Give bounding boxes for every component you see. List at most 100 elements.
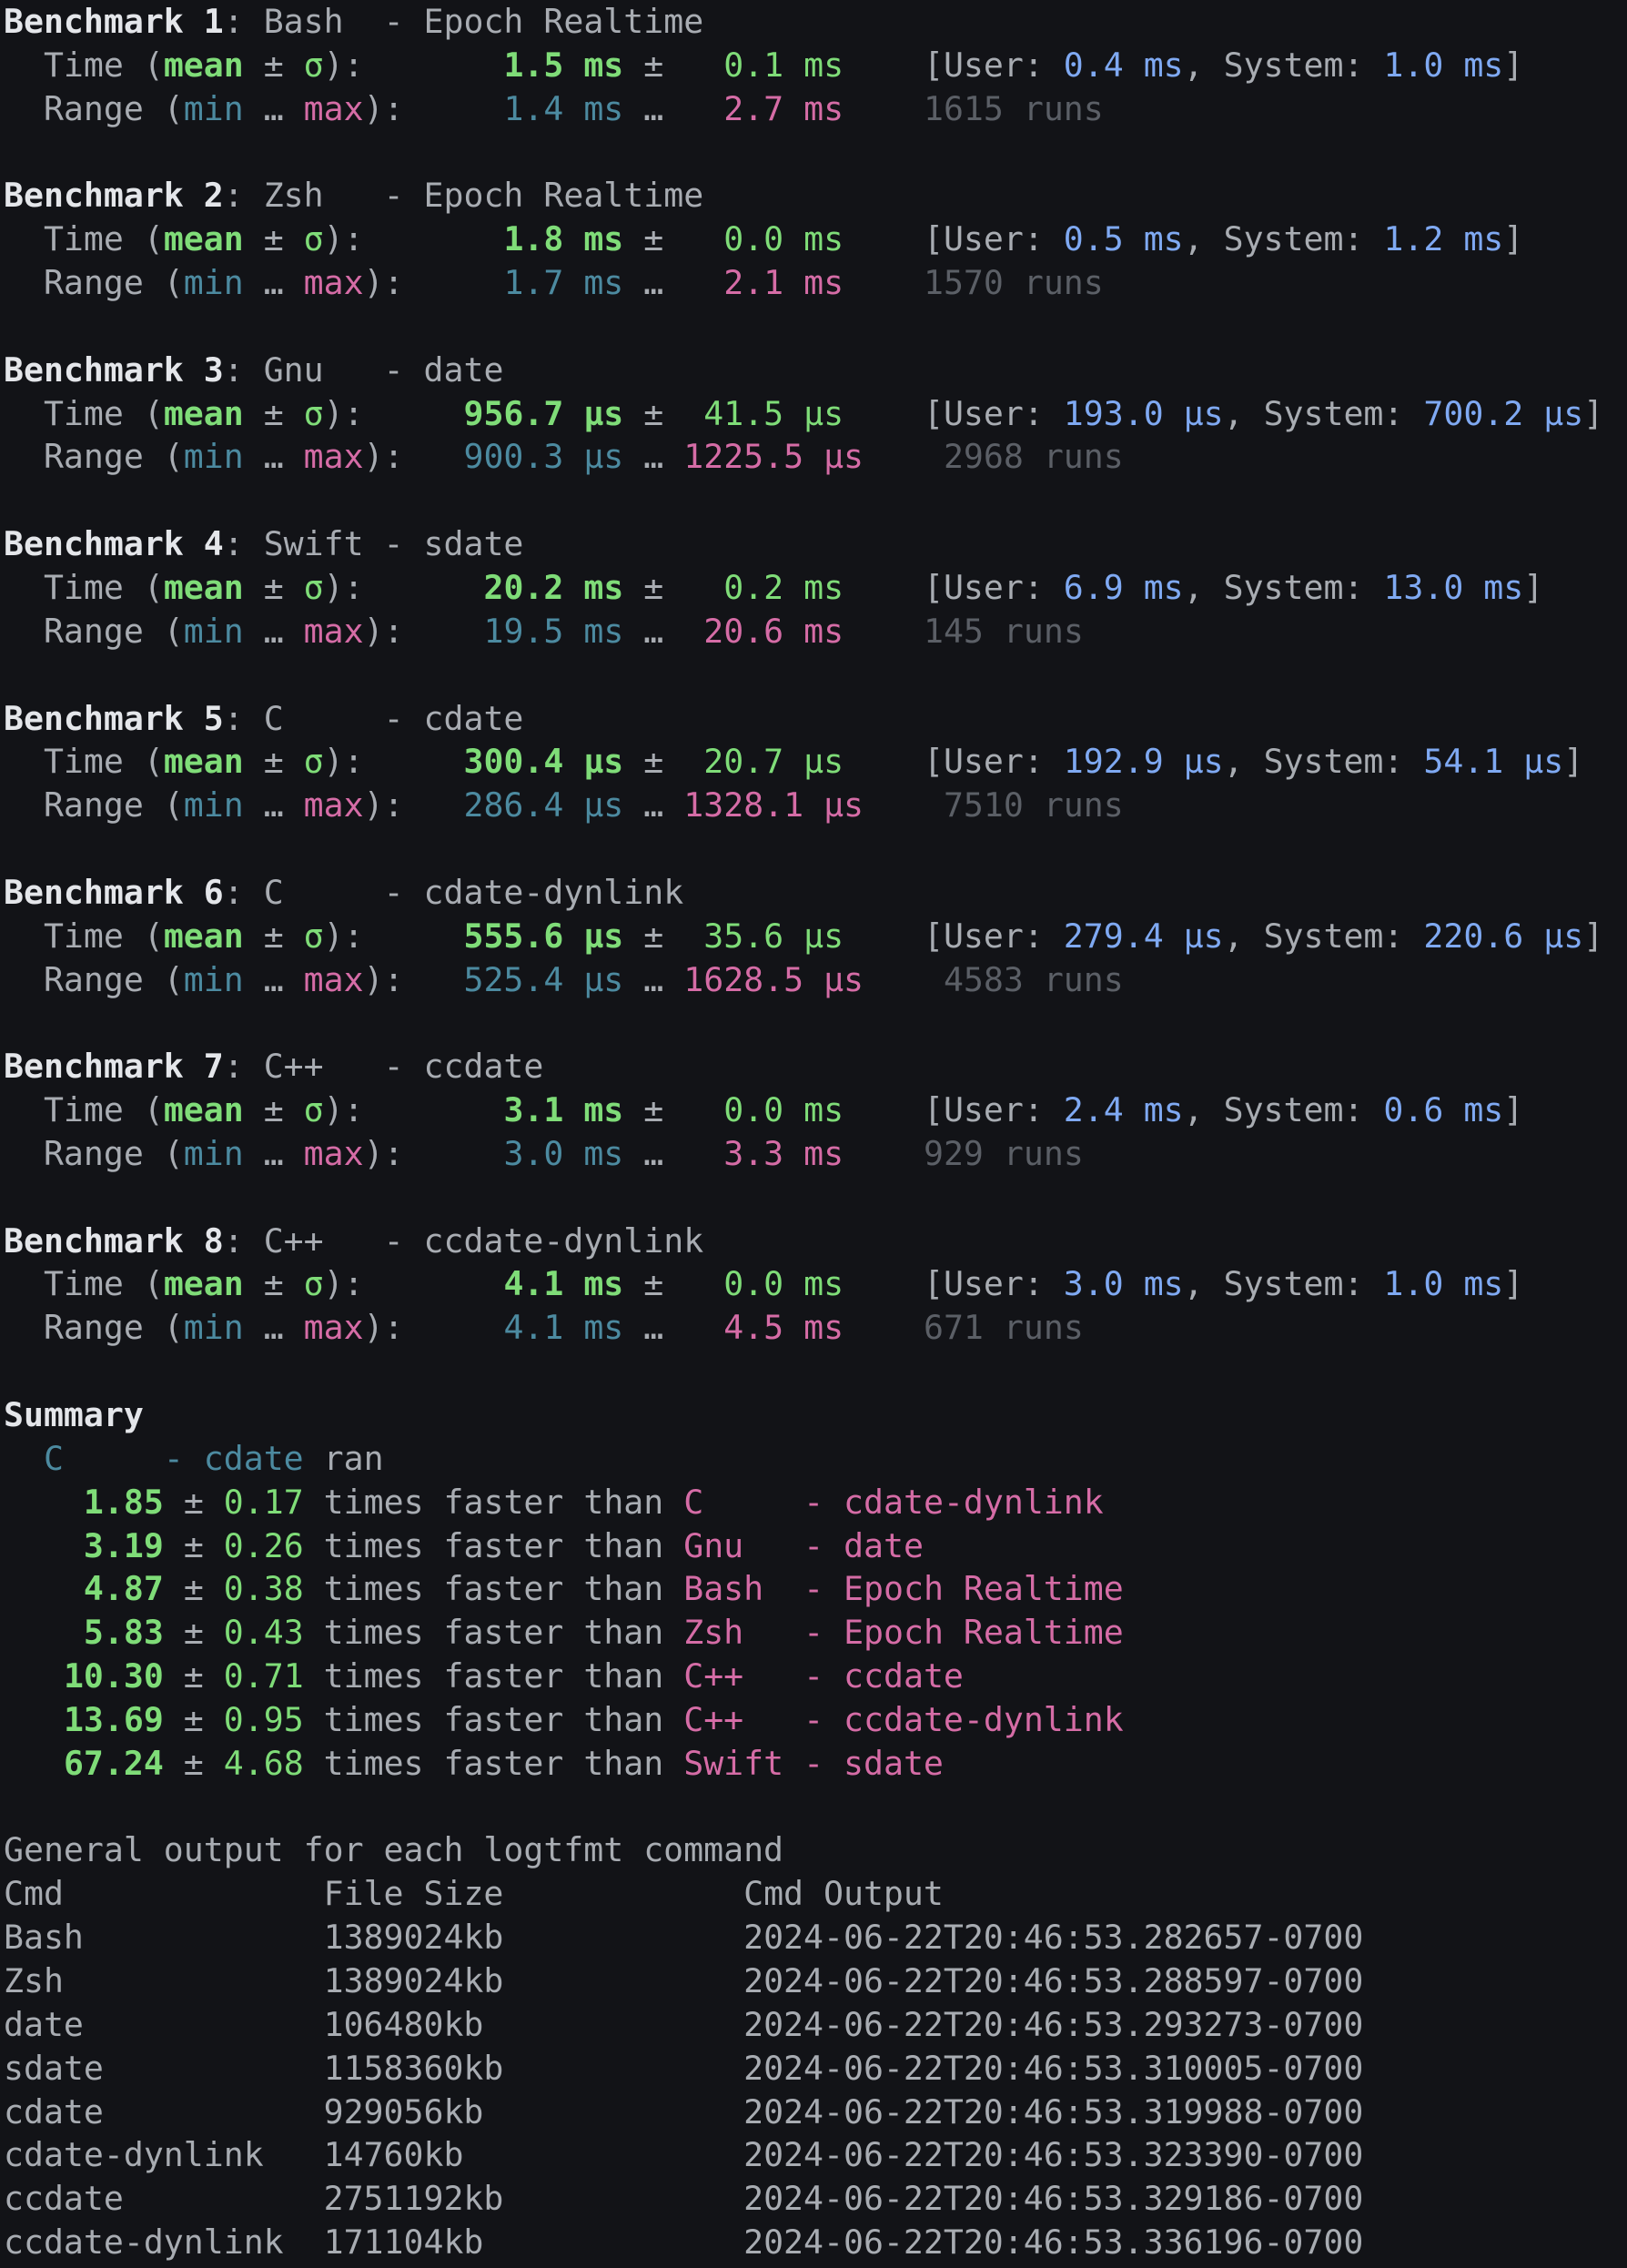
terminal-output: Benchmark 1: Bash - Epoch Realtime Time … [0,0,1627,2264]
file-size: 106480kb [323,2004,484,2044]
file-size: 1389024kb [323,1960,504,2000]
file-size: 929056kb [323,2091,484,2131]
time-line: Time (mean ± σ): 1.5 ms ± 0.1 ms [User: … [43,45,1524,85]
min-value: 19.5 ms [483,611,624,651]
user-time: 192.9 µs [1063,742,1224,782]
compared-language: C++ [683,1656,744,1696]
plus-minus: ± [263,1264,284,1304]
table-row: sdate 1158360kb 2024-06-22T20:46:53.3100… [4,2047,1627,2091]
stddev-value: 20.7 µs [703,742,844,782]
plus-minus: ± [183,1699,204,1739]
user-time: 0.4 ms [1063,45,1184,85]
sigma-label: σ [303,45,324,85]
plus-minus: ± [643,393,664,433]
range-line: Range (min … max): 1.4 ms … 2.7 ms 1615 … [43,88,1104,128]
range-line: Range (min … max): 4.1 ms … 4.5 ms 671 r… [43,1308,1084,1348]
plus-minus: ± [263,45,284,85]
benchmark-number: 4 [203,524,224,564]
separator: - [803,1525,844,1565]
min-value: 4.1 ms [503,1308,624,1348]
faster-label: times faster than [323,1525,664,1565]
separator: - [803,1743,844,1783]
min-label: min [183,611,244,651]
min-value: 1.7 ms [503,263,624,303]
runs-label: runs [1043,785,1124,825]
mean-label: mean [163,567,244,607]
user-time: 279.4 µs [1063,916,1224,956]
time-label: Time [43,1264,124,1304]
column-cmd: Cmd [4,1874,64,1914]
min-label: min [183,785,244,825]
runs-label: runs [1003,1308,1084,1348]
compared-language: Bash [683,1569,764,1609]
benchmark-number: 2 [203,176,224,216]
run-count: 671 [923,1308,984,1348]
ellipsis: … [263,263,284,303]
benchmark-header: Benchmark 8: C++ - ccdate-dynlink [4,1220,704,1261]
plus-minus: ± [183,1569,204,1609]
max-label: max [303,611,364,651]
benchmark-number: 8 [203,1220,224,1261]
summary-label: Summary [4,1395,144,1434]
table-header: Cmd File Size Cmd Output [4,1872,1627,1916]
separator: - [163,1438,204,1478]
min-value: 525.4 µs [463,959,624,999]
compared-command: date [844,1525,924,1565]
cmd-name: ccdate-dynlink [4,2222,284,2263]
runs-label: runs [1023,263,1104,303]
sigma-label: σ [303,219,324,259]
ellipsis: … [643,1133,664,1173]
benchmark-header: Benchmark 4: Swift - sdate [4,524,524,564]
user-label: User [943,916,1024,956]
user-label: User [943,393,1024,433]
time-line: Time (mean ± σ): 4.1 ms ± 0.0 ms [User: … [43,1264,1524,1304]
plus-minus: ± [183,1743,204,1783]
benchmark-number: 5 [203,698,224,738]
plus-minus: ± [643,742,664,782]
cmd-name: cdate-dynlink [4,2135,264,2175]
mean-value: 555.6 µs [463,916,624,956]
benchmark-command: cdate [423,698,524,738]
time-label: Time [43,45,124,85]
ellipsis: … [643,88,664,128]
run-count: 929 [923,1133,984,1173]
benchmark-header: Benchmark 5: C - cdate [4,698,524,738]
range-label: Range [43,1308,144,1348]
speed-ratio: 67.24 [63,1743,164,1783]
benchmark-label: Benchmark [4,176,184,216]
benchmark-header: Benchmark 2: Zsh - Epoch Realtime [4,176,704,216]
user-time: 6.9 ms [1063,567,1184,607]
time-line: Time (mean ± σ): 3.1 ms ± 0.0 ms [User: … [43,1090,1524,1130]
ellipsis: … [263,1133,284,1173]
time-label: Time [43,567,124,607]
min-label: min [183,437,244,477]
benchmark-language: Gnu [263,349,324,390]
summary-row: 10.30 ± 0.71 times faster than C++ - ccd… [4,1655,1627,1698]
benchmark-command: Epoch Realtime [423,2,704,41]
speed-ratio: 5.83 [83,1613,164,1653]
benchmark-number: 1 [203,2,224,41]
time-label: Time [43,742,124,782]
mean-label: mean [163,742,244,782]
runs-label: runs [1043,437,1124,477]
plus-minus: ± [643,1090,664,1130]
plus-minus: ± [183,1525,204,1565]
system-time: 220.6 µs [1423,916,1584,956]
cmd-name: ccdate [4,2179,124,2219]
plus-minus: ± [643,916,664,956]
mean-label: mean [163,45,244,85]
fastest-language: C [43,1438,64,1478]
benchmark-language: Zsh [263,176,324,216]
ratio-stddev: 0.95 [223,1699,304,1739]
general-output-title: General output for each logtfmt command [4,1828,1627,1872]
stddev-value: 0.1 ms [723,45,844,85]
user-label: User [943,219,1024,259]
min-value: 286.4 µs [463,785,624,825]
ellipsis: … [263,785,284,825]
cmd-name: Zsh [4,1960,64,2000]
min-label: min [183,1133,244,1173]
separator: - [803,1569,844,1609]
summary-row: 13.69 ± 0.95 times faster than C++ - ccd… [4,1698,1627,1742]
